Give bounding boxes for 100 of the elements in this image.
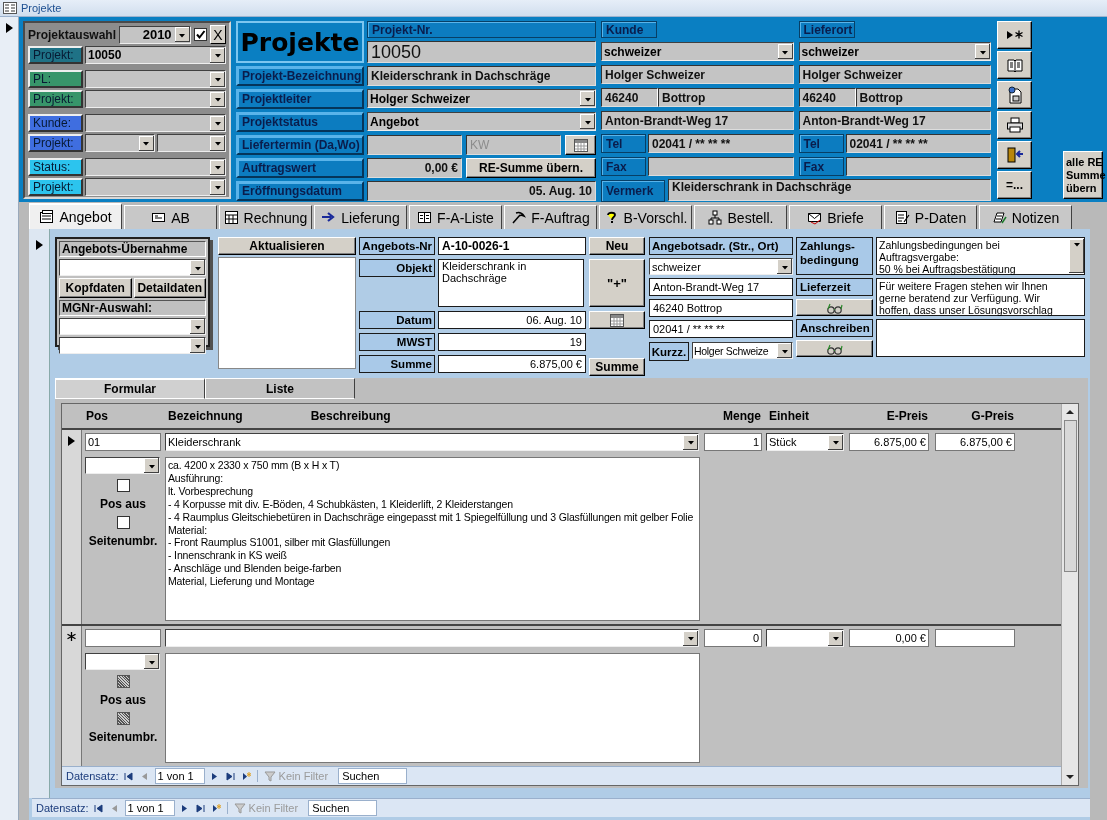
toolbar-button[interactable] [997, 111, 1032, 139]
text-field[interactable] [935, 629, 1015, 647]
new-record-button[interactable] [240, 769, 253, 783]
first-record-button[interactable] [92, 801, 105, 815]
list-box[interactable] [218, 257, 356, 369]
tab[interactable]: Bestell. [694, 205, 787, 229]
tab[interactable]: Rechnung [219, 205, 312, 229]
tab[interactable]: Lieferung [314, 205, 407, 229]
new-record-button[interactable] [210, 801, 223, 815]
text-field[interactable]: 19 [438, 333, 586, 351]
memo-field[interactable] [876, 319, 1085, 357]
date-field[interactable]: 05. Aug. 10 [367, 181, 596, 201]
combo-box[interactable]: Angebot [367, 112, 596, 131]
combo-box[interactable] [85, 70, 226, 88]
dropdown-button[interactable] [190, 260, 205, 275]
toolbar-button[interactable] [997, 51, 1032, 79]
action-button[interactable]: Detaildaten [133, 278, 206, 298]
street-field[interactable]: Anton-Brandt-Weg 17 [798, 111, 991, 130]
combo-box[interactable] [59, 259, 206, 276]
dropdown-button[interactable] [777, 343, 792, 358]
text-field[interactable]: 6.875,00 € [849, 433, 929, 451]
combo-box[interactable] [85, 134, 155, 152]
combo-box[interactable] [766, 629, 844, 647]
first-record-button[interactable] [122, 769, 135, 783]
text-field[interactable]: A-10-0026-1 [438, 237, 586, 255]
combo-box[interactable]: Kleiderschrank [165, 433, 699, 451]
clear-button[interactable]: X [209, 25, 226, 44]
text-field[interactable]: 10050 [367, 41, 596, 63]
checkbox[interactable] [193, 28, 207, 41]
toolbar-button[interactable] [997, 21, 1032, 49]
street-field[interactable]: Anton-Brandt-Weg 17 [601, 111, 794, 130]
date-field[interactable] [367, 135, 462, 155]
combo-box[interactable] [156, 134, 226, 152]
combo-box[interactable]: Holger Schweize [692, 342, 793, 359]
dropdown-button[interactable] [190, 319, 205, 334]
action-button[interactable]: "+" [589, 259, 645, 307]
text-field[interactable]: 6.875,00 € [438, 355, 586, 373]
combo-box[interactable]: schweizer [601, 42, 794, 61]
lookup-button[interactable] [796, 340, 873, 357]
city-field[interactable]: Bottrop [658, 88, 794, 107]
lookup-button[interactable] [796, 299, 873, 316]
text-field[interactable]: 02041 / ** ** ** [649, 320, 793, 338]
combo-box[interactable]: Stück [766, 433, 844, 451]
filter-button[interactable]: Kunde: [28, 114, 83, 132]
filter-button[interactable]: Status: [28, 158, 83, 176]
dropdown-button[interactable] [777, 44, 793, 59]
memo-field[interactable]: Für weitere Fragen stehen wir Ihnen gerne beratend zur Verfügung. Wir hoffen, dass unser Lösungsvorschlag [876, 278, 1085, 316]
combo-box[interactable] [59, 337, 206, 354]
dropdown-button[interactable] [210, 159, 225, 175]
side-button[interactable]: =... [997, 171, 1032, 199]
combo-box[interactable]: Zahlungsbedingungen bei Auftragsvergabe: 50 % bei Auftragsbestätigung [876, 237, 1085, 275]
checkbox[interactable] [116, 712, 130, 725]
filter-button[interactable]: Projekt: [28, 90, 83, 108]
zip-field[interactable]: 46240 [601, 88, 658, 107]
checkbox[interactable] [116, 516, 130, 529]
amount-field[interactable]: 0,00 € [367, 158, 462, 178]
combo-box[interactable]: 2010 [119, 25, 191, 44]
combo-box[interactable]: 10050 [85, 46, 226, 64]
dropdown-button[interactable] [1069, 239, 1084, 273]
dropdown-button[interactable] [210, 179, 225, 195]
dropdown-button[interactable] [210, 91, 225, 107]
note-field[interactable]: Kleiderschrank in Dachschräge [668, 179, 991, 201]
toolbar-button[interactable] [997, 81, 1032, 109]
dropdown-button[interactable] [975, 44, 990, 59]
text-field[interactable]: 06. Aug. 10 [438, 311, 586, 329]
dropdown-button[interactable] [190, 338, 205, 353]
phone-field[interactable]: 02041 / ** ** ** [845, 134, 991, 153]
text-field[interactable]: 01 [85, 433, 161, 451]
name-field[interactable]: Holger Schweizer [601, 65, 794, 84]
text-field[interactable]: 0 [704, 629, 762, 647]
refresh-button[interactable]: Aktualisieren [218, 237, 356, 255]
dropdown-button[interactable] [580, 91, 595, 106]
combo-box[interactable] [85, 178, 226, 196]
description-field[interactable] [165, 653, 700, 763]
filter-button[interactable]: Projekt: [28, 134, 83, 152]
action-button[interactable]: Summe [589, 358, 645, 376]
filter-button[interactable]: PL: [28, 70, 83, 88]
text-field[interactable]: 46240 Bottrop [649, 299, 793, 317]
dropdown-button[interactable] [210, 71, 225, 87]
text-field[interactable]: 6.875,00 € [935, 433, 1015, 451]
tab[interactable]: AB [124, 205, 217, 229]
last-record-button[interactable] [194, 801, 207, 815]
combo-box[interactable] [85, 90, 226, 108]
dropdown-button[interactable] [683, 630, 698, 646]
combo-box[interactable] [165, 629, 699, 647]
memo-field[interactable]: Kleiderschrank in Dachschräge [438, 259, 584, 307]
zip-field[interactable]: 46240 [798, 88, 856, 107]
search-field[interactable]: Suchen [308, 800, 378, 816]
tab[interactable]: B-Vorschl. [599, 205, 692, 229]
dropdown-button[interactable] [174, 27, 190, 42]
action-button[interactable]: Neu [589, 237, 645, 255]
record-field[interactable]: 1 von 1 [124, 800, 175, 816]
toolbar-button[interactable] [997, 141, 1032, 169]
city-field[interactable]: Bottrop [855, 88, 991, 107]
combo-box[interactable] [85, 114, 226, 132]
dropdown-button[interactable] [144, 654, 159, 669]
dropdown-button[interactable] [828, 630, 843, 646]
dropdown-button[interactable] [210, 135, 225, 151]
dropdown-button[interactable] [683, 434, 698, 450]
name-field[interactable]: Holger Schweizer [798, 65, 991, 84]
